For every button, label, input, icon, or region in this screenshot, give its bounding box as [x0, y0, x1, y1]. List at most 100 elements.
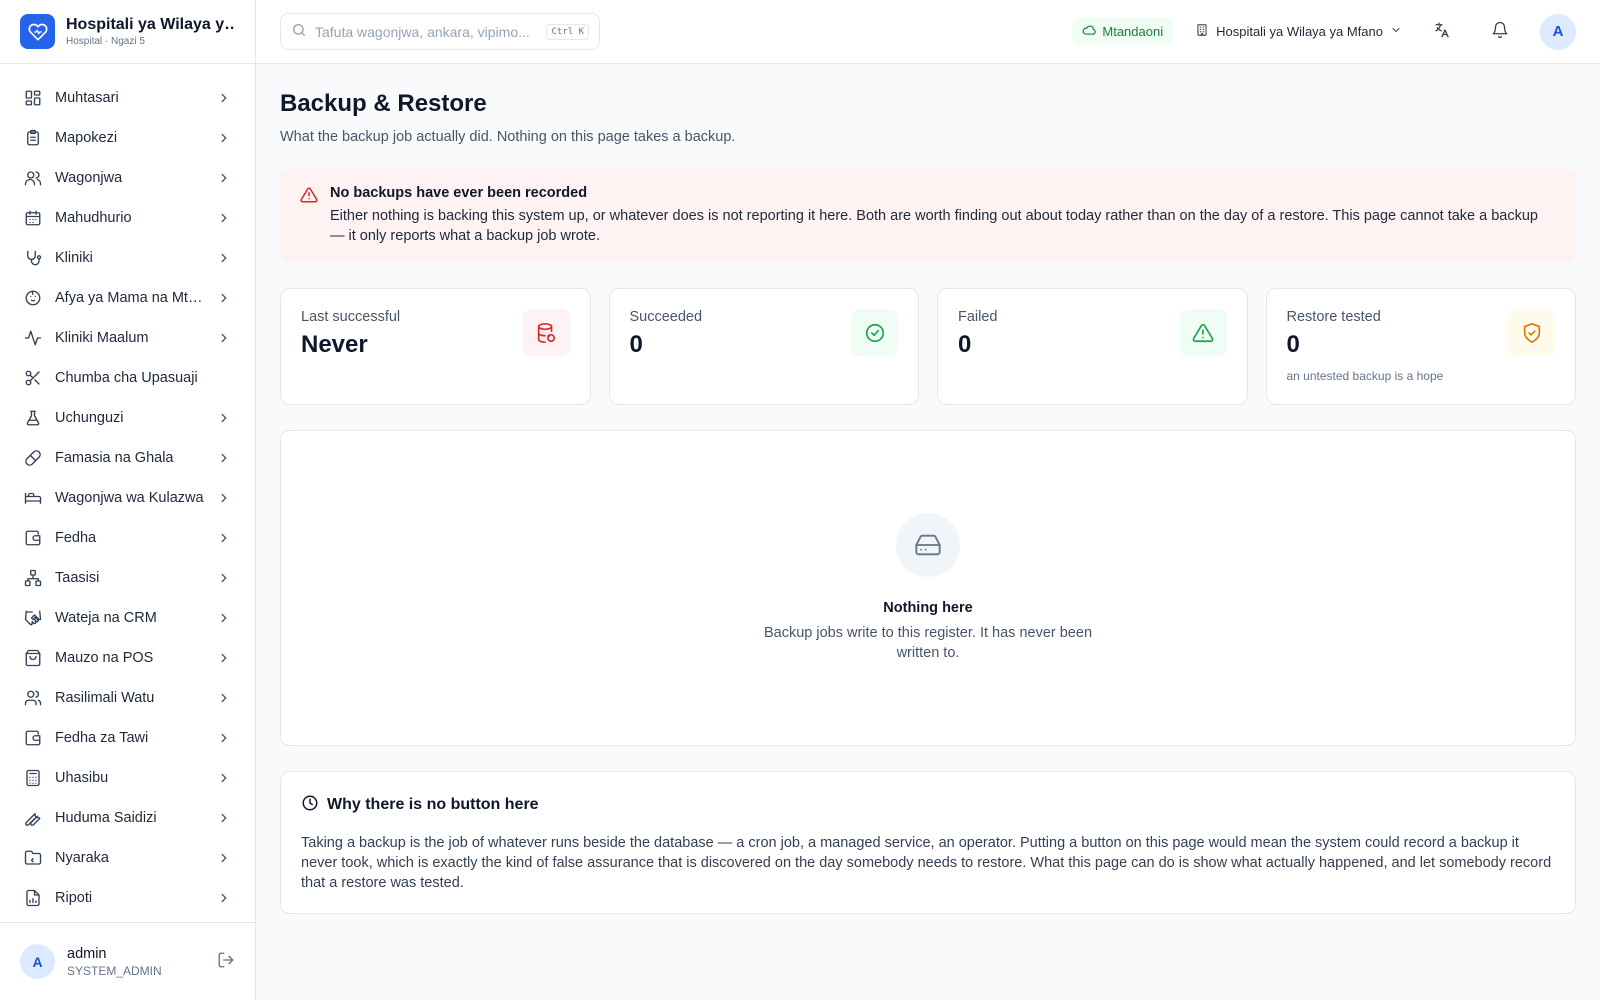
chevron-right-icon [217, 291, 231, 305]
sidebar-nav: Muhtasari Mapokezi Wagonjwa Mahudhurio Klini… [0, 64, 255, 922]
user-role: SYSTEM_ADMIN [67, 963, 162, 978]
search-shortcut: Ctrl K [546, 23, 589, 40]
sidebar-item[interactable]: Muhtasari [0, 78, 255, 118]
chevron-right-icon [217, 571, 231, 585]
baby-icon [24, 289, 42, 307]
sidebar-item-label: Huduma Saidizi [55, 810, 157, 826]
calendar-icon [24, 209, 42, 227]
scissors-icon [24, 369, 42, 387]
chevron-right-icon [217, 531, 231, 545]
sidebar-item-label: Chumba cha Upasuaji [55, 370, 198, 386]
chevron-right-icon [217, 851, 231, 865]
language-button[interactable] [1424, 14, 1460, 50]
sidebar-item[interactable]: Famasia na Ghala [0, 438, 255, 478]
dashboard-icon [24, 89, 42, 107]
calculator-icon [24, 769, 42, 787]
folder-icon [24, 849, 42, 867]
stat-card: Failed 0 [937, 288, 1248, 405]
wallet-icon [24, 529, 42, 547]
why-title: Why there is no button here [327, 795, 539, 813]
brand-title: Hospitali ya Wilaya ya Mfano [66, 16, 235, 33]
search-icon [291, 22, 307, 41]
clipboard-icon [24, 129, 42, 147]
sidebar-item[interactable]: Mauzo na POS [0, 638, 255, 678]
user-group-icon [24, 689, 42, 707]
sidebar-item[interactable]: Wagonjwa wa Kulazwa [0, 478, 255, 518]
clock-icon [301, 794, 319, 815]
building-icon [1195, 23, 1209, 40]
brand[interactable]: Hospitali ya Wilaya ya Mfano Hospital · … [0, 0, 255, 64]
sidebar-item-label: Famasia na Ghala [55, 450, 174, 466]
sidebar-item-label: Afya ya Mama na Mtoto [55, 290, 204, 306]
warning-icon [1179, 309, 1227, 356]
stat-card: Last successful Never [280, 288, 591, 405]
chevron-right-icon [217, 331, 231, 345]
users-icon [24, 169, 42, 187]
sidebar-item-label: Wagonjwa wa Kulazwa [55, 490, 204, 506]
online-status-badge: Mtandaoni [1072, 18, 1174, 45]
stat-card: Succeeded 0 [608, 288, 919, 405]
sidebar-item[interactable]: Kliniki Maalum [0, 318, 255, 358]
chevron-right-icon [217, 731, 231, 745]
sidebar-item[interactable]: Uhasibu [0, 758, 255, 798]
stat-note: an untested backup is a hope [1286, 369, 1444, 383]
sidebar-item[interactable]: Taasisi [0, 558, 255, 598]
sidebar-item-label: Mapokezi [55, 130, 118, 146]
network-icon [24, 569, 42, 587]
online-status-label: Mtandaoni [1102, 24, 1164, 39]
why-body: Taking a backup is the job of whatever r… [301, 835, 1552, 891]
sidebar-item[interactable]: Afya ya Mama na Mtoto [0, 278, 255, 318]
sidebar-item[interactable]: Mahudhurio [0, 198, 255, 238]
main-content: Backup & Restore What the backup job act… [256, 64, 1600, 938]
search-box[interactable]: Ctrl K [280, 13, 600, 50]
sidebar-item-label: Fedha [55, 530, 97, 546]
translate-icon [1433, 21, 1451, 42]
sidebar-item-label: Kliniki Maalum [55, 330, 149, 346]
chevron-right-icon [217, 251, 231, 265]
alert-body: Either nothing is backing this system up… [330, 208, 1538, 244]
bed-icon [24, 489, 42, 507]
topbar: Ctrl K Mtandaoni Hospitali ya Wilaya ya … [256, 0, 1600, 64]
sidebar-item-label: Wateja na CRM [55, 610, 157, 626]
sidebar-item-label: Muhtasari [55, 90, 119, 106]
empty-title: Nothing here [883, 600, 973, 616]
notifications-button[interactable] [1482, 14, 1518, 50]
user-avatar[interactable]: A [20, 944, 55, 979]
user-name: admin [67, 945, 107, 962]
brand-subtitle: Hospital · Ngazi 5 [66, 36, 145, 47]
logout-icon[interactable] [217, 951, 235, 972]
chevron-right-icon [217, 171, 231, 185]
sidebar-item[interactable]: Chumba cha Upasuaji [0, 358, 255, 398]
shopping-bag-icon [24, 649, 42, 667]
facility-name: Hospitali ya Wilaya ya Mfano [1216, 24, 1383, 39]
sidebar-item[interactable]: Huduma Saidizi [0, 798, 255, 838]
chevron-right-icon [217, 131, 231, 145]
report-icon [24, 889, 42, 907]
why-no-button-card: Why there is no button here Taking a bac… [280, 771, 1576, 914]
sidebar-item[interactable]: Nyaraka [0, 838, 255, 878]
profile-avatar[interactable]: A [1540, 13, 1576, 50]
sidebar-item[interactable]: Uchunguzi [0, 398, 255, 438]
chevron-right-icon [217, 771, 231, 785]
no-backups-alert: No backups have ever been recorded Eithe… [280, 169, 1576, 262]
sidebar-item[interactable]: Wagonjwa [0, 158, 255, 198]
cloud-icon [1082, 23, 1097, 40]
sidebar-item[interactable]: Fedha [0, 518, 255, 558]
flask-icon [24, 409, 42, 427]
sidebar-item-label: Wagonjwa [55, 170, 123, 186]
sidebar-item[interactable]: Ripoti [0, 878, 255, 918]
chevron-right-icon [217, 411, 231, 425]
chevron-right-icon [217, 611, 231, 625]
user-footer: A admin SYSTEM_ADMIN [0, 922, 255, 1000]
sidebar-item[interactable]: Rasilimali Watu [0, 678, 255, 718]
sidebar-item[interactable]: Kliniki [0, 238, 255, 278]
page-subtitle: What the backup job actually did. Nothin… [280, 129, 736, 145]
sidebar-item[interactable]: Fedha za Tawi [0, 718, 255, 758]
facility-selector[interactable]: Hospitali ya Wilaya ya Mfano [1195, 23, 1402, 40]
sidebar-item[interactable]: Mapokezi [0, 118, 255, 158]
sidebar-item-label: Mauzo na POS [55, 650, 154, 666]
stats-grid: Last successful Never Succeeded 0 Failed 0 Res… [280, 288, 1576, 405]
search-input[interactable] [315, 23, 539, 40]
sidebar-item[interactable]: Wateja na CRM [0, 598, 255, 638]
chevron-down-icon [1390, 24, 1402, 39]
